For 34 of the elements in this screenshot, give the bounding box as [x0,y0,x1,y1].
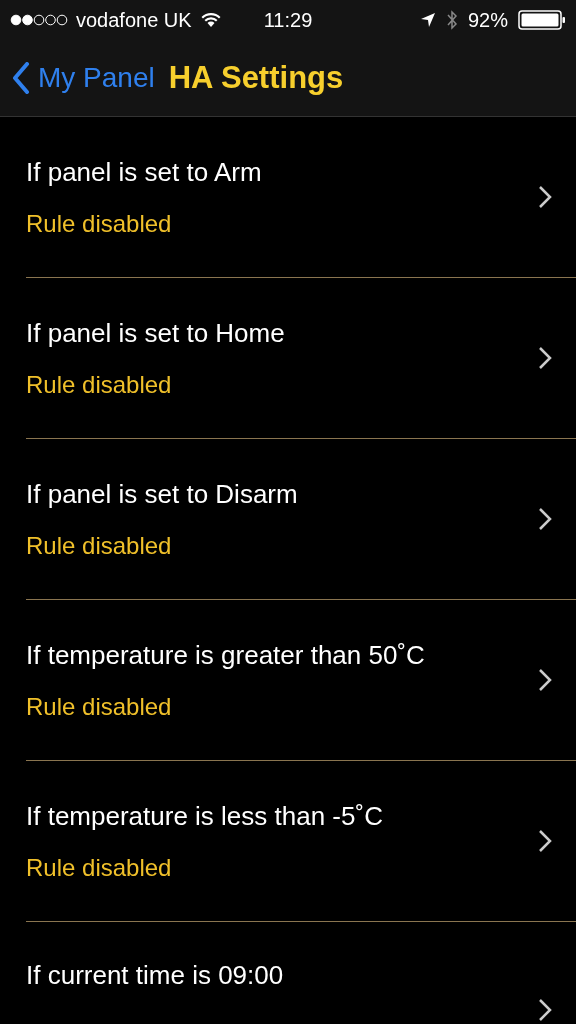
chevron-right-icon [538,668,552,692]
bluetooth-icon [445,10,458,30]
rule-status: Rule disabled [26,370,173,399]
carrier-name: vodafone UK [76,8,192,32]
rule-title: If temperature is less than -5˚C [26,800,384,832]
wifi-icon [199,12,222,28]
rule-title: If panel is set to Home [26,317,286,349]
chevron-right-icon [538,829,552,853]
rule-status: Rule disabled [26,853,173,882]
location-arrow-icon [419,12,436,28]
rule-row[interactable]: If current time is 09:00 [26,922,576,1024]
rule-status: Rule disabled [26,692,173,721]
battery-percent: 92% [467,8,508,32]
battery-icon [518,10,566,30]
clock-time: 11:29 [263,9,313,32]
rule-row[interactable]: If temperature is less than -5˚C Rule disabled [26,761,576,922]
chevron-right-icon [538,346,552,370]
rule-row[interactable]: If panel is set to Home Rule disabled [26,278,576,439]
rule-row[interactable]: If temperature is greater than 50˚C Rule disabled [26,600,576,761]
signal-icon [10,14,68,26]
rule-title: If temperature is greater than 50˚C [26,639,426,671]
chevron-right-icon [538,507,552,531]
rule-status: Rule disabled [26,531,173,560]
rule-title: If current time is 09:00 [26,960,285,991]
chevron-right-icon [538,185,552,209]
rule-row[interactable]: If panel is set to Disarm Rule disabled [26,439,576,600]
back-chevron-icon [12,62,30,94]
chevron-right-icon [538,998,552,1022]
rule-title: If panel is set to Arm [26,156,263,188]
rule-status: Rule disabled [26,209,173,238]
rule-title: If panel is set to Disarm [26,478,299,510]
back-button[interactable]: My Panel [12,62,155,94]
page-title: HA Settings [168,60,344,96]
rule-row[interactable]: If panel is set to Arm Rule disabled [26,117,576,278]
